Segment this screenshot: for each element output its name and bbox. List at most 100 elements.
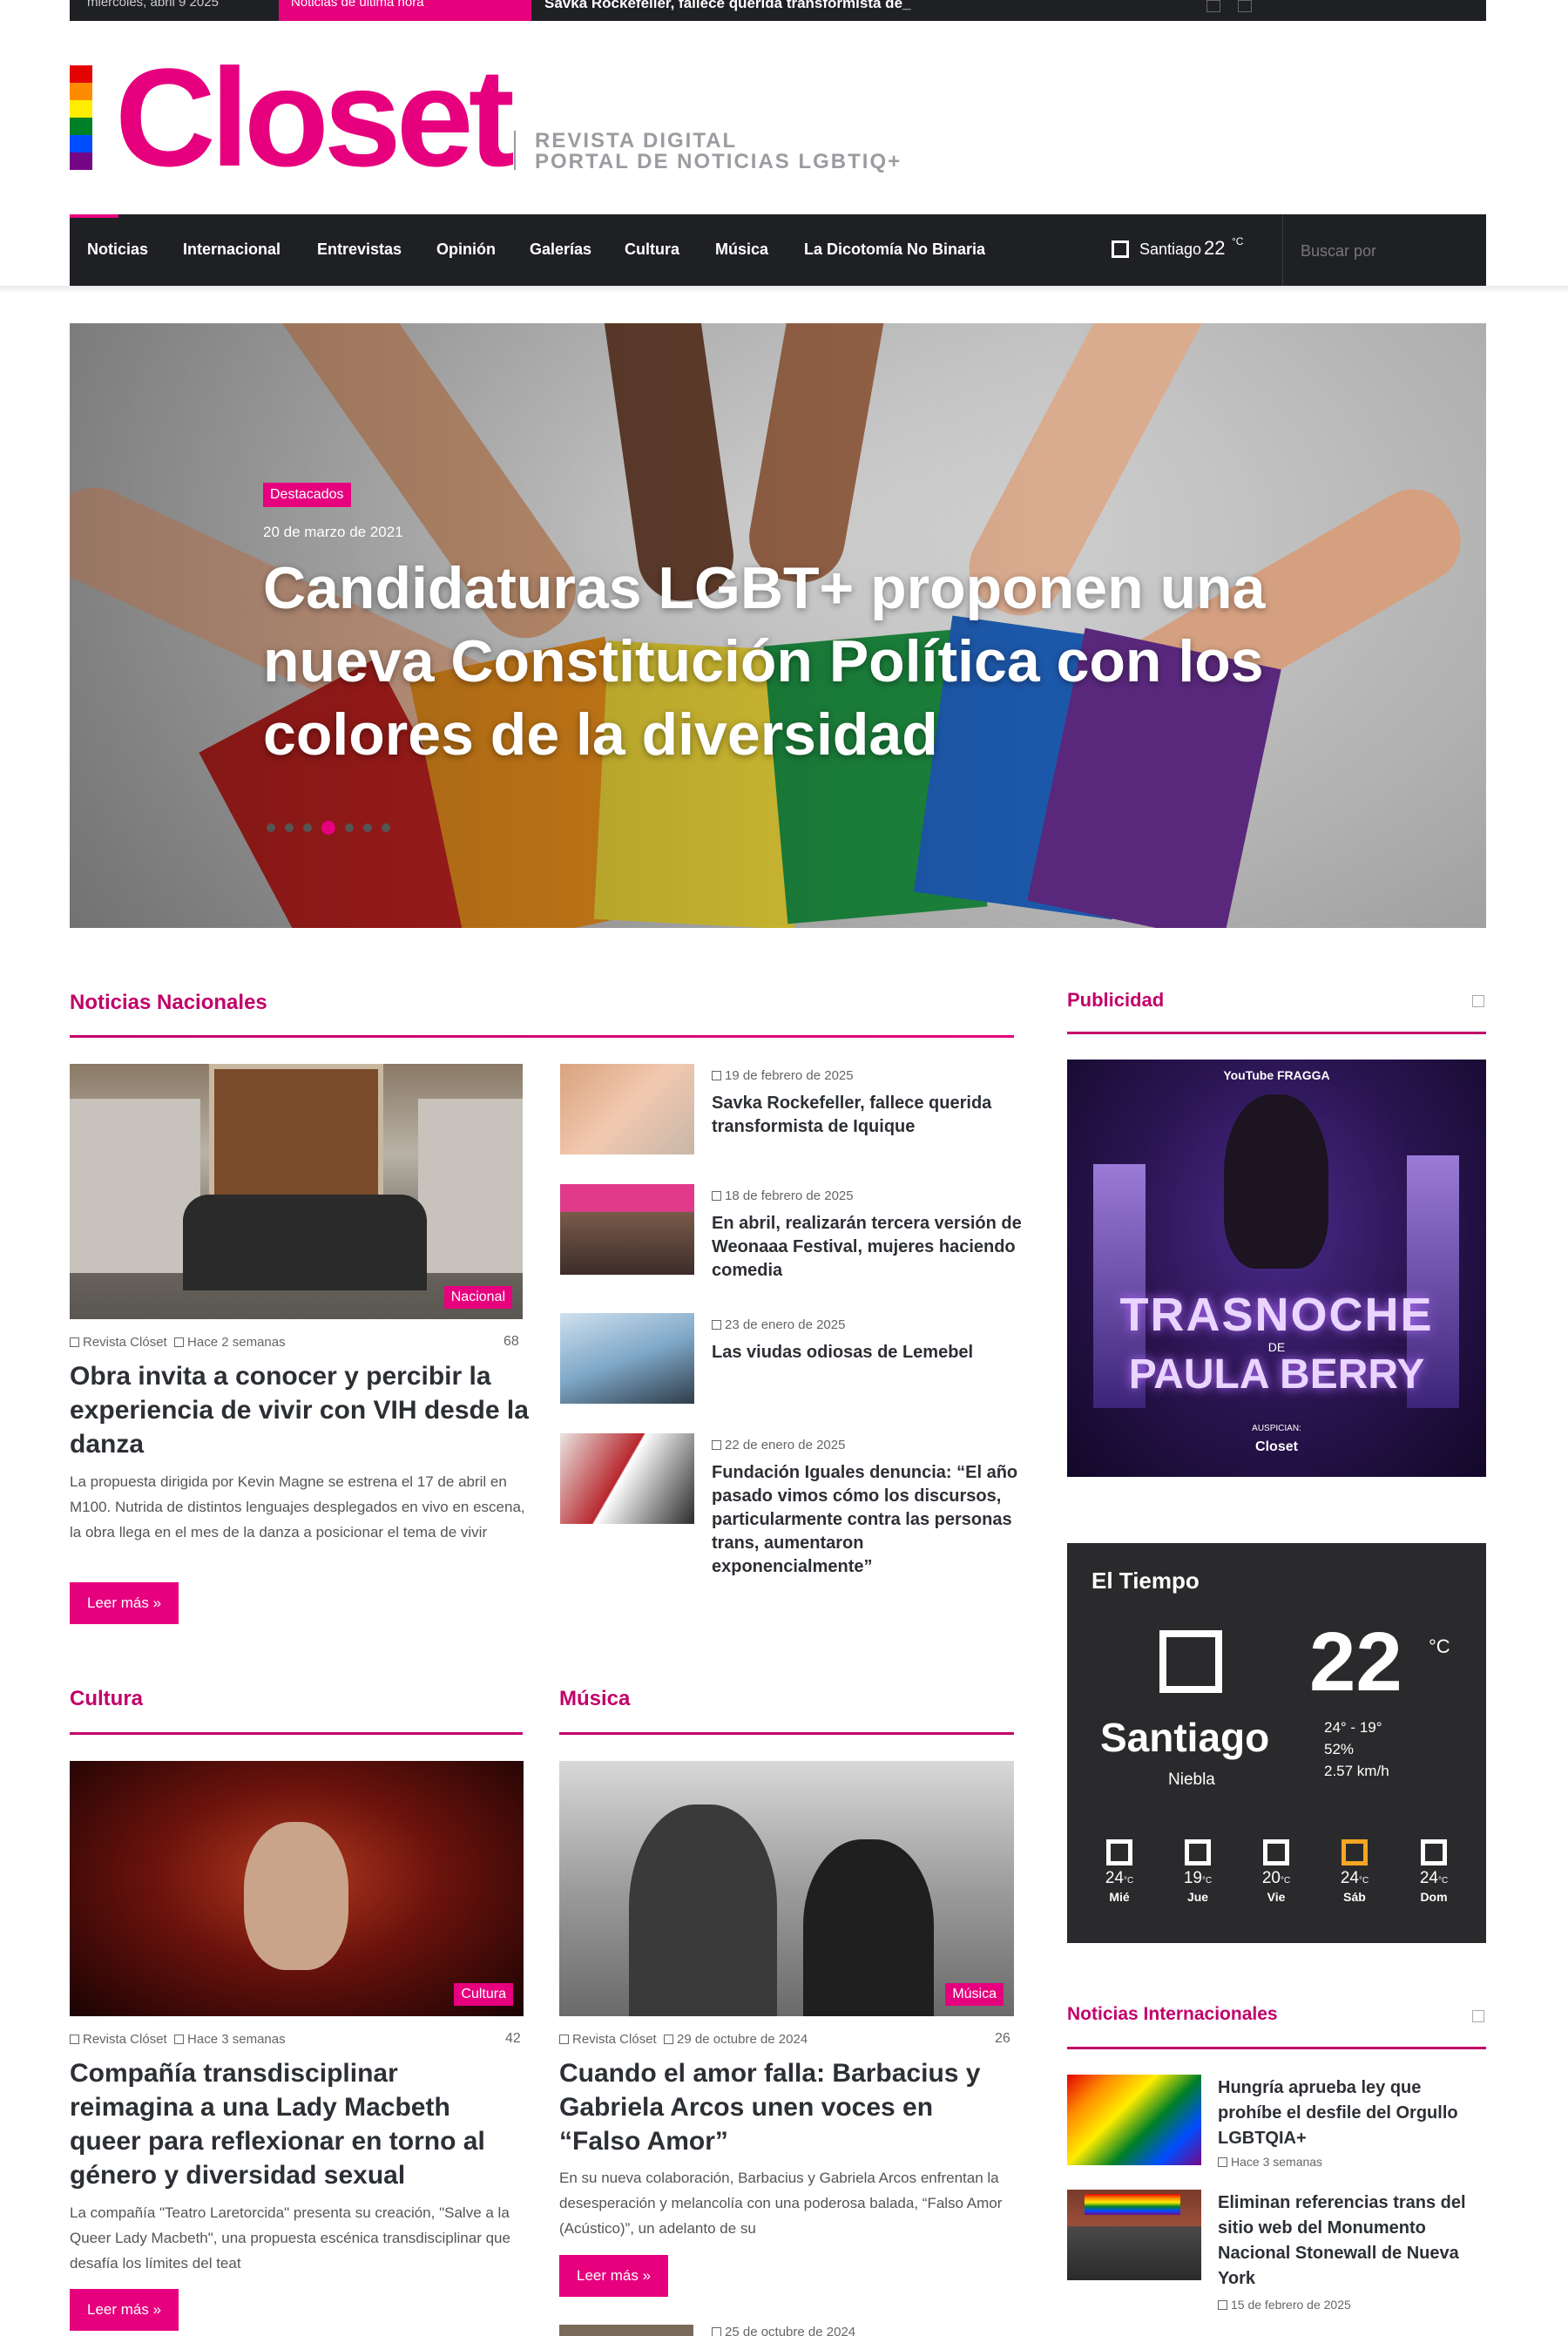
article-image-musica[interactable]: Música bbox=[559, 1761, 1014, 2016]
list-date: 23 de enero de 2025 bbox=[712, 1317, 845, 1332]
nav-item-galerias[interactable]: Galerías bbox=[530, 240, 591, 259]
hero-slider[interactable]: Destacados 20 de marzo de 2021 Candidatu… bbox=[70, 323, 1486, 928]
slider-dot[interactable] bbox=[363, 823, 372, 832]
article-tag[interactable]: Nacional bbox=[443, 1286, 512, 1309]
clock-icon bbox=[712, 1071, 721, 1080]
ticker-next-icon[interactable] bbox=[1238, 0, 1252, 12]
section-underline bbox=[559, 1732, 1014, 1735]
section-underline bbox=[1067, 2047, 1486, 2049]
article-author[interactable]: Revista Clóset bbox=[83, 1335, 167, 1350]
nav-weather-temp: 22 bbox=[1204, 237, 1226, 259]
article-title[interactable]: Compañía transdisciplinar reimagina a un… bbox=[70, 2056, 523, 2192]
thumb-weonaaa[interactable] bbox=[560, 1184, 694, 1275]
author-icon bbox=[559, 2035, 569, 2044]
clock-icon bbox=[174, 1337, 185, 1347]
thumb-savka[interactable] bbox=[560, 1064, 694, 1154]
ticker-prev-icon[interactable] bbox=[1206, 0, 1220, 12]
section-heading-publicidad: Publicidad bbox=[1067, 989, 1165, 1011]
ad-top-logos: YouTube FRAGGA bbox=[1223, 1068, 1330, 1082]
site-logo[interactable]: Closet bbox=[115, 48, 515, 187]
forecast-day: 24°C Mié bbox=[1093, 1839, 1146, 1904]
read-more-button[interactable]: Leer más » bbox=[70, 1582, 179, 1624]
ad-banner[interactable]: YouTube FRAGGA TRASNOCHE DE PAULA BERRY … bbox=[1067, 1060, 1486, 1477]
article-meta: Revista Clóset Hace 3 semanas bbox=[70, 2032, 286, 2047]
section-heading-internacionales[interactable]: Noticias Internacionales bbox=[1067, 2004, 1278, 2025]
weather-widget: El Tiempo 22 °C Santiago Niebla 24° - 19… bbox=[1067, 1543, 1486, 1943]
forecast-icon bbox=[1421, 1839, 1447, 1865]
forecast-icon bbox=[1106, 1839, 1132, 1865]
clock-icon bbox=[712, 1320, 721, 1330]
breaking-news-ticker[interactable]: Savka Rockefeller, fallece querida trans… bbox=[544, 0, 910, 12]
header-shadow bbox=[0, 286, 1568, 293]
article-title[interactable]: Cuando el amor falla: Barbacius y Gabrie… bbox=[559, 2056, 1014, 2158]
sun-icon bbox=[1342, 1839, 1368, 1865]
article-image-nacional[interactable]: Nacional bbox=[70, 1064, 523, 1319]
slider-dot[interactable] bbox=[382, 823, 390, 832]
list-title[interactable]: Hungría aprueba ley que prohíbe el desfi… bbox=[1218, 2075, 1479, 2151]
main-nav: Noticias Internacional Entrevistas Opini… bbox=[70, 214, 1486, 286]
weather-temp: 22 bbox=[1309, 1615, 1402, 1709]
author-icon bbox=[70, 2035, 79, 2044]
view-count: 68 bbox=[504, 1334, 519, 1349]
slider-dot[interactable] bbox=[285, 823, 294, 832]
weather-humidity: 52% bbox=[1324, 1741, 1355, 1757]
section-heading-cultura[interactable]: Cultura bbox=[70, 1687, 143, 1711]
top-bar: miércoles, abril 9 2025 Noticias de últi… bbox=[70, 0, 1486, 21]
article-time: Hace 3 semanas bbox=[187, 2032, 286, 2047]
ad-title-1: TRASNOCHE bbox=[1119, 1289, 1434, 1341]
section-underline bbox=[70, 1732, 523, 1735]
nav-item-opinion[interactable]: Opinión bbox=[436, 240, 496, 259]
search-input[interactable] bbox=[1301, 239, 1475, 263]
clock-icon bbox=[664, 2035, 674, 2044]
nav-item-noticias[interactable]: Noticias bbox=[87, 240, 148, 259]
thumb-lemebel[interactable] bbox=[560, 1313, 694, 1404]
thumb-next-article[interactable] bbox=[559, 2325, 693, 2336]
thumb-iguales[interactable] bbox=[560, 1433, 694, 1524]
list-title[interactable]: Savka Rockefeller, fallece querida trans… bbox=[712, 1092, 1025, 1139]
weather-heading: El Tiempo bbox=[1092, 1567, 1200, 1594]
search-box bbox=[1282, 214, 1486, 286]
section-heading-nacionales[interactable]: Noticias Nacionales bbox=[70, 991, 267, 1015]
ad-title-3: PAULA BERRY bbox=[1128, 1351, 1425, 1398]
widget-toggle-icon[interactable] bbox=[1472, 2010, 1484, 2022]
list-title[interactable]: En abril, realizarán tercera versión de … bbox=[712, 1212, 1025, 1283]
current-date: miércoles, abril 9 2025 bbox=[87, 0, 219, 10]
weather-icon bbox=[1112, 240, 1129, 258]
article-tag[interactable]: Cultura bbox=[454, 1983, 513, 2006]
slider-dot[interactable] bbox=[267, 823, 275, 832]
hero-category-badge[interactable]: Destacados bbox=[263, 483, 351, 507]
clock-icon bbox=[712, 2327, 721, 2336]
slider-dot-active[interactable] bbox=[321, 820, 335, 835]
article-author[interactable]: Revista Clóset bbox=[572, 2032, 657, 2047]
nav-item-dicotomia[interactable]: La Dicotomía No Binaria bbox=[804, 240, 985, 259]
section-heading-musica[interactable]: Música bbox=[559, 1687, 630, 1711]
slider-dot[interactable] bbox=[303, 823, 312, 832]
article-image-cultura[interactable]: Cultura bbox=[70, 1761, 524, 2016]
widget-toggle-icon[interactable] bbox=[1472, 995, 1484, 1007]
nav-item-musica[interactable]: Música bbox=[715, 240, 768, 259]
nav-item-cultura[interactable]: Cultura bbox=[625, 240, 679, 259]
clock-icon bbox=[1218, 2157, 1227, 2167]
slider-dot[interactable] bbox=[345, 823, 354, 832]
nav-weather-unit: °C bbox=[1232, 235, 1244, 247]
list-date: 25 de octubre de 2024 bbox=[712, 2325, 855, 2336]
hero-title[interactable]: Candidaturas LGBT+ proponen una nueva Co… bbox=[263, 552, 1308, 771]
thumb-hungria[interactable] bbox=[1067, 2075, 1201, 2165]
weather-range: 24° - 19° bbox=[1324, 1719, 1382, 1736]
article-tag[interactable]: Música bbox=[945, 1983, 1004, 2006]
read-more-button[interactable]: Leer más » bbox=[559, 2255, 669, 2297]
list-title[interactable]: Las viudas odiosas de Lemebel bbox=[712, 1341, 1025, 1364]
nav-item-entrevistas[interactable]: Entrevistas bbox=[317, 240, 402, 259]
nav-item-internacional[interactable]: Internacional bbox=[183, 240, 280, 259]
list-title[interactable]: Fundación Iguales denuncia: “El año pasa… bbox=[712, 1461, 1025, 1579]
thumb-stonewall[interactable] bbox=[1067, 2190, 1201, 2280]
logo-tagline-2: PORTAL DE NOTICIAS LGBTIQ+ bbox=[535, 150, 902, 173]
read-more-button[interactable]: Leer más » bbox=[70, 2289, 179, 2331]
article-meta: Revista Clóset 29 de octubre de 2024 bbox=[559, 2032, 808, 2047]
list-date: Hace 3 semanas bbox=[1218, 2155, 1322, 2169]
list-title[interactable]: Eliminan referencias trans del sitio web… bbox=[1218, 2190, 1479, 2292]
article-author[interactable]: Revista Clóset bbox=[83, 2032, 167, 2047]
article-title[interactable]: Obra invita a conocer y percibir la expe… bbox=[70, 1359, 531, 1461]
weather-desc: Niebla bbox=[1168, 1771, 1215, 1789]
section-underline bbox=[1067, 1032, 1486, 1034]
